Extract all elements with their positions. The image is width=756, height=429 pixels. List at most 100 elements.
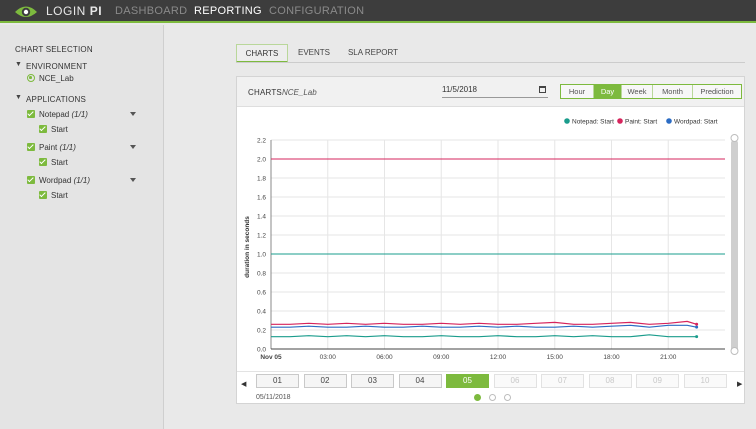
wordpad-start-label[interactable]: Start — [51, 191, 68, 200]
app-item-notepad[interactable]: Notepad (1/1) — [39, 110, 88, 119]
x-tick-label: 12:00 — [490, 354, 507, 361]
collapse-triangle-icon[interactable]: ▼ — [15, 61, 22, 68]
y-tick-label: 1.4 — [257, 213, 266, 220]
series-line — [271, 324, 697, 328]
y-tick-label: 1.6 — [257, 194, 266, 201]
tab-divider — [236, 62, 745, 63]
chart-legend: Notepad: Start Paint: Start Wordpad: Start — [564, 118, 718, 126]
x-tick-label: Nov 05 — [260, 354, 282, 361]
page-button-08[interactable]: 08 — [588, 374, 632, 388]
app-count: (1/1) — [73, 176, 91, 185]
app-name: Wordpad — [39, 176, 72, 185]
nav-configuration[interactable]: CONFIGURATION — [269, 5, 364, 17]
app-item-paint[interactable]: Paint (1/1) — [39, 143, 76, 152]
range-day-button[interactable]: Day — [594, 85, 622, 98]
applications-heading: APPLICATIONS — [26, 95, 87, 104]
paint-start-checkbox[interactable] — [39, 158, 47, 166]
nav-reporting[interactable]: REPORTING — [194, 5, 262, 17]
series-end-point — [695, 335, 699, 339]
series-end-point — [695, 322, 699, 326]
series-end-point — [695, 325, 699, 329]
triangle-left-icon[interactable]: ◀ — [241, 380, 246, 388]
legend-label: Wordpad: Start — [674, 119, 718, 126]
x-tick-label: 06:00 — [376, 354, 393, 361]
carousel-dot[interactable] — [489, 394, 496, 401]
tab-events[interactable]: EVENTS — [291, 44, 337, 63]
date-input[interactable]: 11/5/2018 — [442, 84, 548, 98]
date-value: 11/5/2018 — [442, 85, 477, 94]
range-week-button[interactable]: Week — [622, 85, 653, 98]
calendar-icon[interactable] — [539, 86, 546, 93]
y-tick-label: 1.8 — [257, 175, 266, 182]
y-tick-label: 1.0 — [257, 251, 266, 258]
brand-name-bold: PI — [89, 4, 103, 18]
page-button-05[interactable]: 05 — [446, 374, 489, 388]
collapse-triangle-icon[interactable]: ▼ — [15, 94, 22, 101]
page-button-06[interactable]: 06 — [493, 374, 537, 388]
carousel-dot[interactable] — [504, 394, 511, 401]
wordpad-checkbox[interactable] — [27, 176, 35, 184]
brand-name: LOGIN — [46, 4, 86, 18]
paint-checkbox[interactable] — [27, 143, 35, 151]
range-hour-button[interactable]: Hour — [561, 85, 594, 98]
notepad-checkbox[interactable] — [27, 110, 35, 118]
paint-start-label[interactable]: Start — [51, 158, 68, 167]
page-button-04[interactable]: 04 — [398, 374, 442, 388]
legend-marker — [564, 118, 570, 124]
environment-radio[interactable] — [27, 74, 35, 82]
page-button-10[interactable]: 10 — [683, 374, 727, 388]
legend-label: Notepad: Start — [572, 119, 614, 126]
y-tick-label: 0.8 — [257, 270, 266, 277]
panel-title: CHARTS — [248, 88, 282, 97]
legend-marker — [666, 118, 672, 124]
notepad-start-label[interactable]: Start — [51, 125, 68, 134]
wordpad-dropdown-icon[interactable] — [130, 178, 136, 182]
range-prediction-button[interactable]: Prediction — [693, 85, 741, 98]
app-name: Notepad — [39, 110, 70, 119]
page-navigator: ◀ 01 02 03 04 05 06 07 08 09 10 ▶ 05/11/2018 — [237, 371, 744, 404]
environment-heading: ENVIRONMENT — [26, 62, 88, 71]
y-tick-label: 0.6 — [257, 289, 266, 296]
x-tick-label: 03:00 — [320, 354, 337, 361]
triangle-right-icon[interactable]: ▶ — [737, 380, 742, 388]
page-button-02[interactable]: 02 — [303, 374, 347, 388]
app-count: (1/1) — [59, 143, 76, 152]
sidebar: CHART SELECTION ▼ ENVIRONMENT NCE_Lab ▼ … — [0, 25, 164, 429]
paint-dropdown-icon[interactable] — [130, 145, 136, 149]
chart-grid — [270, 139, 725, 350]
x-tick-label: 09:00 — [433, 354, 450, 361]
y-tick-label: 0.2 — [257, 327, 266, 334]
environment-option[interactable]: NCE_Lab — [39, 74, 74, 83]
panel-header: CHARTS NCE_Lab 11/5/2018 Hour Day Week M… — [237, 77, 744, 107]
range-month-button[interactable]: Month — [653, 85, 693, 98]
duration-chart: 0.0 0.2 0.4 0.6 0.8 1.0 1.2 1.4 1.6 1.8 2.0 2.2 Nov … — [244, 118, 739, 361]
x-tick-label: 18:00 — [603, 354, 620, 361]
page-button-03[interactable]: 03 — [351, 374, 394, 388]
brand-logo[interactable]: LOGIN PI — [46, 4, 102, 18]
tab-charts[interactable]: CHARTS — [236, 44, 288, 63]
tab-sla-report[interactable]: SLA REPORT — [340, 44, 406, 63]
carousel-dot[interactable] — [474, 394, 481, 401]
notepad-start-checkbox[interactable] — [39, 125, 47, 133]
notepad-dropdown-icon[interactable] — [130, 112, 136, 116]
y-axis-label: duration in seconds — [244, 216, 251, 278]
page-button-09[interactable]: 09 — [636, 374, 679, 388]
nav-dashboard[interactable]: DASHBOARD — [115, 5, 187, 17]
page-button-07[interactable]: 07 — [541, 374, 584, 388]
y-tick-label: 0.0 — [257, 346, 266, 353]
page-button-01[interactable]: 01 — [256, 374, 299, 388]
panel-environment: NCE_Lab — [282, 88, 317, 97]
app-count: (1/1) — [71, 110, 88, 119]
y-tick-label: 0.4 — [257, 308, 266, 315]
wordpad-start-checkbox[interactable] — [39, 191, 47, 199]
legend-marker — [617, 118, 623, 124]
y-tick-label: 2.2 — [257, 137, 266, 144]
chart-scrollbar[interactable] — [731, 140, 738, 352]
chart-selection-title: CHART SELECTION — [15, 45, 93, 54]
x-tick-label: 21:00 — [660, 354, 677, 361]
scroll-top-handle[interactable] — [730, 134, 739, 142]
app-item-wordpad[interactable]: Wordpad (1/1) — [39, 176, 90, 185]
scroll-bottom-handle[interactable] — [730, 347, 739, 355]
series-line — [271, 320, 697, 325]
range-selector: Hour Day Week Month Prediction — [560, 84, 742, 99]
